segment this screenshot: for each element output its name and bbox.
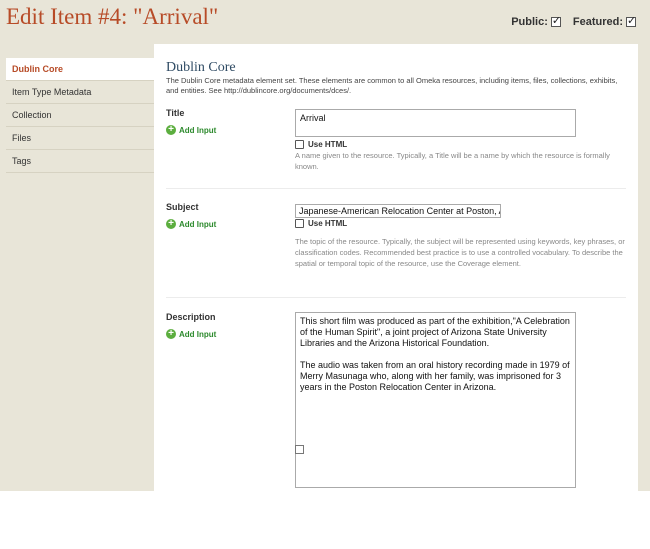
subject-add-input-button[interactable]: + Add Input [166,219,216,229]
main-panel: Dublin Core The Dublin Core metadata ele… [154,44,638,491]
add-input-label: Add Input [179,125,217,135]
section-title: Dublin Core [166,60,236,75]
featured-checkbox[interactable] [626,14,636,27]
sidebar-item-item-type-metadata[interactable]: Item Type Metadata [6,81,154,104]
description-textarea[interactable]: This short film was produced as part of … [295,312,576,488]
sidebar: Dublin Core Item Type Metadata Collectio… [6,58,154,173]
section-description: The Dublin Core metadata element set. Th… [166,76,618,95]
page-title: Edit Item #4: "Arrival" [6,4,219,29]
sidebar-item-collection[interactable]: Collection [6,104,154,127]
sidebar-item-files[interactable]: Files [6,127,154,150]
title-label: Title [166,108,185,118]
visibility-controls: Public: Featured: [511,14,636,28]
title-help-text: A name given to the resource. Typically,… [295,151,610,171]
title-add-input-button[interactable]: + Add Input [166,125,216,135]
description-add-input-button[interactable]: + Add Input [166,329,216,339]
featured-label: Featured: [572,16,623,28]
use-html-label: Use HTML [308,140,348,149]
title-textarea[interactable]: Arrival [295,109,576,137]
subject-help-text: The topic of the resource. Typically, th… [295,237,625,268]
description-label: Description [166,312,216,322]
use-html-label: Use HTML [308,219,348,228]
add-icon: + [166,219,176,229]
add-icon: + [166,125,176,135]
add-input-label: Add Input [179,219,217,229]
add-icon: + [166,329,176,339]
use-html-checkbox[interactable] [295,219,304,228]
field-divider [166,297,626,298]
field-divider [166,188,626,189]
subject-label: Subject [166,202,199,212]
sidebar-item-dublin-core[interactable]: Dublin Core [6,58,154,81]
public-checkbox[interactable] [550,14,561,27]
use-html-checkbox[interactable] [295,140,304,149]
subject-input[interactable]: Japanese-American Relocation Center at P… [295,204,501,218]
sidebar-item-tags[interactable]: Tags [6,150,154,173]
title-use-html[interactable]: Use HTML [295,140,347,149]
add-input-label: Add Input [179,329,217,339]
description-use-html-checkbox[interactable] [295,445,304,454]
public-label: Public: [511,16,548,28]
subject-use-html[interactable]: Use HTML [295,219,347,228]
